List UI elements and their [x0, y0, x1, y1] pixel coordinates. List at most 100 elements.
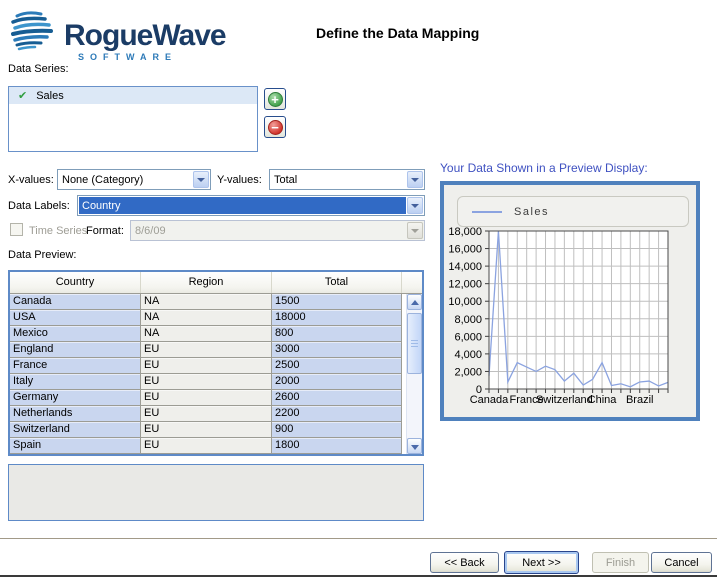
- table-row[interactable]: CanadaNA1500: [10, 294, 406, 310]
- svg-text:Brazil: Brazil: [626, 394, 654, 406]
- arrow-down-icon: [411, 445, 419, 450]
- column-header-total: Total: [272, 272, 402, 293]
- svg-text:16,000: 16,000: [448, 244, 482, 256]
- x-values-dropdown-button[interactable]: [193, 171, 209, 188]
- data-labels-label: Data Labels:: [8, 199, 70, 213]
- back-button[interactable]: << Back: [430, 552, 499, 573]
- format-value: 8/6/09: [132, 222, 406, 239]
- table-cell: Germany: [10, 390, 141, 406]
- table-cell: 1500: [272, 294, 402, 310]
- table-cell: 2200: [272, 406, 402, 422]
- svg-text:12,000: 12,000: [448, 279, 482, 291]
- format-dropdown-button: [407, 222, 423, 239]
- svg-text:Canada: Canada: [470, 394, 509, 406]
- chevron-down-icon: [411, 229, 419, 233]
- logo-tagline: SOFTWARE: [78, 52, 177, 62]
- x-values-value: None (Category): [59, 171, 192, 188]
- column-header-region: Region: [141, 272, 272, 293]
- scroll-up-button[interactable]: [407, 294, 422, 310]
- message-box: [8, 464, 424, 521]
- cancel-button[interactable]: Cancel: [651, 552, 712, 573]
- table-row[interactable]: SwitzerlandEU900: [10, 422, 406, 438]
- table-cell: EU: [141, 390, 272, 406]
- format-select: 8/6/09: [130, 220, 425, 241]
- grip-icon: [411, 340, 418, 349]
- table-row[interactable]: MexicoNA800: [10, 326, 406, 342]
- table-cell: 3000: [272, 342, 402, 358]
- vertical-scrollbar[interactable]: [406, 294, 422, 454]
- table-row[interactable]: GermanyEU2600: [10, 390, 406, 406]
- chevron-down-icon: [411, 204, 419, 208]
- table-cell: USA: [10, 310, 141, 326]
- data-labels-dropdown-button[interactable]: [407, 197, 423, 214]
- check-icon: ✔: [18, 89, 27, 102]
- footer-separator: [0, 538, 717, 542]
- table-cell: Italy: [10, 374, 141, 390]
- preview-panel: 02,0004,0006,0008,00010,00012,00014,0001…: [440, 181, 700, 421]
- svg-text:6,000: 6,000: [454, 331, 482, 343]
- data-labels-value: Country: [79, 197, 406, 214]
- format-label: Format:: [86, 224, 124, 238]
- svg-text:4,000: 4,000: [454, 349, 482, 361]
- table-cell: EU: [141, 438, 272, 454]
- table-row[interactable]: ItalyEU2000: [10, 374, 406, 390]
- table-row[interactable]: SpainEU1800: [10, 438, 406, 454]
- x-values-select[interactable]: None (Category): [57, 169, 211, 190]
- table-cell: 2500: [272, 358, 402, 374]
- table-body: CanadaNA1500USANA18000MexicoNA800England…: [10, 294, 406, 454]
- table-cell: 1800: [272, 438, 402, 454]
- svg-text:10,000: 10,000: [448, 296, 482, 308]
- svg-text:14,000: 14,000: [448, 261, 482, 273]
- table-cell: 900: [272, 422, 402, 438]
- y-values-select[interactable]: Total: [269, 169, 425, 190]
- next-button[interactable]: Next >>: [504, 551, 579, 574]
- table-cell: Mexico: [10, 326, 141, 342]
- add-series-button[interactable]: +: [264, 88, 286, 110]
- table-cell: 2000: [272, 374, 402, 390]
- minus-icon: −: [268, 120, 283, 135]
- data-preview-label: Data Preview:: [8, 248, 76, 262]
- preview-display-label: Your Data Shown in a Preview Display:: [440, 161, 648, 175]
- table-row[interactable]: NetherlandsEU2200: [10, 406, 406, 422]
- svg-text:8,000: 8,000: [454, 314, 482, 326]
- time-series-label: Time Series: [29, 224, 87, 238]
- table-cell: NA: [141, 310, 272, 326]
- table-cell: Switzerland: [10, 422, 141, 438]
- remove-series-button[interactable]: −: [264, 116, 286, 138]
- table-cell: EU: [141, 358, 272, 374]
- data-preview-table: Country Region Total CanadaNA1500USANA18…: [8, 270, 424, 456]
- table-cell: Spain: [10, 438, 141, 454]
- logo-text: RogueWave: [64, 19, 226, 53]
- table-cell: EU: [141, 342, 272, 358]
- table-cell: 800: [272, 326, 402, 342]
- table-cell: NA: [141, 294, 272, 310]
- table-cell: 2600: [272, 390, 402, 406]
- time-series-checkbox: [10, 223, 23, 236]
- plus-icon: +: [268, 92, 283, 107]
- data-series-listbox[interactable]: ✔ Sales: [8, 86, 258, 152]
- table-cell: Canada: [10, 294, 141, 310]
- svg-text:China: China: [588, 394, 618, 406]
- arrow-up-icon: [411, 300, 419, 305]
- table-row[interactable]: FranceEU2500: [10, 358, 406, 374]
- table-row[interactable]: EnglandEU3000: [10, 342, 406, 358]
- y-values-dropdown-button[interactable]: [407, 171, 423, 188]
- column-header-country: Country: [10, 272, 141, 293]
- table-cell: NA: [141, 326, 272, 342]
- svg-text:2,000: 2,000: [454, 366, 482, 378]
- chart-legend: Sales: [457, 196, 689, 227]
- y-values-value: Total: [271, 171, 406, 188]
- svg-text:18,000: 18,000: [448, 226, 482, 238]
- table-cell: 18000: [272, 310, 402, 326]
- scroll-down-button[interactable]: [407, 438, 422, 454]
- wizard-window: RogueWave SOFTWARE Define the Data Mappi…: [0, 0, 717, 577]
- scroll-thumb[interactable]: [407, 313, 422, 374]
- chevron-down-icon: [197, 178, 205, 182]
- table-row[interactable]: USANA18000: [10, 310, 406, 326]
- legend-label: Sales: [514, 206, 549, 218]
- data-series-label: Data Series:: [8, 62, 69, 76]
- wave-icon: [10, 10, 56, 54]
- table-cell: France: [10, 358, 141, 374]
- data-labels-select[interactable]: Country: [77, 195, 425, 216]
- list-item-sales[interactable]: ✔ Sales: [9, 87, 257, 104]
